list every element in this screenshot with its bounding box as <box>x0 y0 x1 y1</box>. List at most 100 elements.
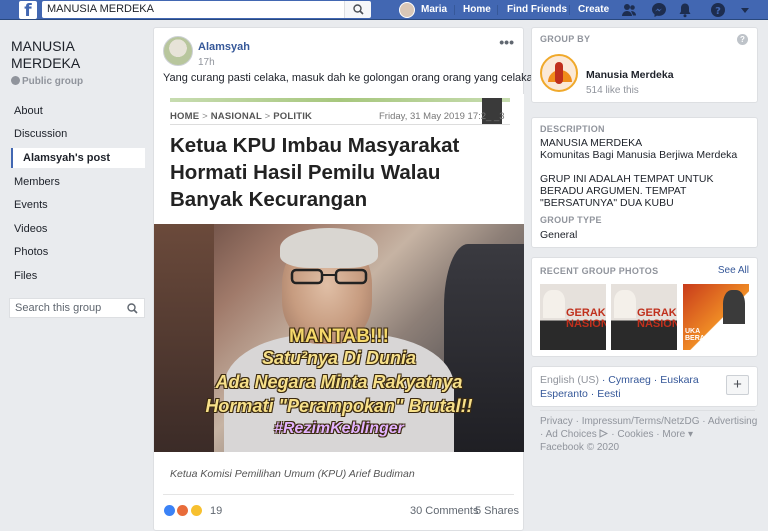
recent-photo-thumbnail[interactable]: UKA BERAGAMA <box>683 284 749 350</box>
meme-text: MANTAB!!! <box>289 326 389 347</box>
find-friends-link[interactable]: Find Friends <box>507 0 567 20</box>
group-privacy-label: Public group <box>22 76 84 87</box>
post-image[interactable]: HOME > NASIONAL > POLITIK Friday, 31 May… <box>154 94 524 452</box>
chevron-down-icon[interactable]: ▾ <box>688 429 693 440</box>
group-logo[interactable] <box>540 54 578 92</box>
nav-members[interactable]: Members <box>11 172 145 192</box>
separator <box>454 5 455 15</box>
nav-videos[interactable]: Videos <box>11 219 145 239</box>
search-button[interactable] <box>344 1 371 18</box>
news-headline: Ketua KPU Imbau Masyarakat Hormati Hasil… <box>170 134 460 211</box>
footer-ad-choices-link[interactable]: Ad Choices <box>546 429 597 440</box>
post-text: Yang curang pasti celaka, masuk dah ke g… <box>163 72 533 84</box>
breadcrumb-separator: > <box>202 111 211 122</box>
friend-requests-icon[interactable] <box>621 2 637 18</box>
divider <box>170 124 510 125</box>
top-navigation-bar: f MANUSIA MERDEKA Maria Home Find Friend… <box>0 0 768 20</box>
globe-icon <box>11 76 20 85</box>
group-privacy: Public group <box>11 76 83 87</box>
user-avatar[interactable] <box>399 2 415 18</box>
post-options-icon[interactable]: ••• <box>499 34 514 50</box>
language-link[interactable]: Eesti <box>597 388 620 400</box>
create-link[interactable]: Create <box>578 0 609 20</box>
news-photo: MANTAB!!! Satu²nya Di Dunia Ada Negara M… <box>154 224 524 452</box>
nav-files[interactable]: Files <box>11 266 145 286</box>
breadcrumb-separator: > <box>264 111 274 122</box>
nav-photos[interactable]: Photos <box>11 242 145 262</box>
post-timestamp[interactable]: 17h <box>198 57 215 68</box>
footer-links-row1: Privacy · Impressum/Terms/NetzDG · Adver… <box>540 416 758 427</box>
notifications-bell-icon[interactable] <box>677 2 693 18</box>
photo-figure <box>614 290 636 318</box>
help-icon[interactable]: ? <box>737 34 748 45</box>
group-type-value: General <box>540 229 578 241</box>
photo-text: GERAKA NASIONA <box>566 307 606 330</box>
group-by-heading: GROUP BY <box>540 34 591 44</box>
see-all-link[interactable]: See All <box>718 265 749 276</box>
like-reaction-icon <box>163 504 176 518</box>
angry-reaction-icon <box>176 504 190 518</box>
footer-cookies-link[interactable]: Cookies <box>617 429 653 440</box>
divider <box>163 494 514 495</box>
nav-about[interactable]: About <box>11 101 145 121</box>
search-input[interactable]: MANUSIA MERDEKA <box>42 1 344 18</box>
language-link[interactable]: Euskara <box>660 374 699 386</box>
description-line: MANUSIA MERDEKA <box>540 137 643 149</box>
haha-reaction-icon <box>189 504 203 518</box>
reactions-summary[interactable]: 19 <box>163 503 222 519</box>
language-card: English (US) · Cymraeg · Euskara Esperan… <box>531 366 758 407</box>
divider <box>540 410 755 411</box>
poster-name-link[interactable]: Alamsyah <box>198 41 250 53</box>
news-breadcrumb: HOME > NASIONAL > POLITIK <box>170 111 312 122</box>
account-menu-caret-icon[interactable] <box>737 2 753 18</box>
help-icon[interactable]: ? <box>710 2 726 18</box>
news-header-stripe <box>170 98 510 102</box>
messenger-icon[interactable] <box>651 2 667 18</box>
footer-privacy-link[interactable]: Privacy <box>540 416 573 427</box>
language-link[interactable]: Cymraeg <box>608 374 651 386</box>
meme-text: Satu²nya Di Dunia <box>261 348 417 368</box>
add-language-button[interactable]: + <box>726 375 749 395</box>
home-link[interactable]: Home <box>463 0 491 20</box>
description-card: DESCRIPTION MANUSIA MERDEKA Komunitas Ba… <box>531 117 758 248</box>
nav-alamsyah-post[interactable]: Alamsyah's post <box>11 148 145 168</box>
group-search-input[interactable]: Search this group <box>9 298 145 318</box>
profile-link[interactable]: Maria <box>421 0 447 20</box>
recent-photo-thumbnail[interactable]: GERAKA NASIONA <box>611 284 677 350</box>
glasses-graphic <box>290 268 368 285</box>
group-type-heading: GROUP TYPE <box>540 215 602 225</box>
breadcrumb-item: POLITIK <box>273 111 313 122</box>
language-list: English (US) · Cymraeg · Euskara <box>540 374 699 386</box>
poster-avatar[interactable] <box>163 36 193 66</box>
footer-terms-link[interactable]: Impressum/Terms/NetzDG <box>582 416 700 427</box>
shares-count-link[interactable]: 5 Shares <box>475 505 519 517</box>
photo-text: UKA BERAGAMA <box>685 328 727 342</box>
group-by-card: GROUP BY ? Manusia Merdeka 514 like this <box>531 27 758 103</box>
separator <box>497 5 498 15</box>
news-date: Friday, 31 May 2019 17:2_ _3 <box>379 111 505 122</box>
nav-events[interactable]: Events <box>11 195 145 215</box>
breadcrumb-item: HOME <box>170 111 200 122</box>
breadcrumb-item: NASIONAL <box>210 111 262 122</box>
recent-photos-heading: RECENT GROUP PHOTOS <box>540 266 659 276</box>
comments-count-link[interactable]: 30 Comments <box>410 505 478 517</box>
group-likes: 514 like this <box>586 85 639 96</box>
description-line: Komunitas Bagi Manusia Berjiwa Merdeka <box>540 149 738 161</box>
recent-photo-thumbnail[interactable]: GERAKA NASIONA <box>540 284 606 350</box>
language-link[interactable]: Esperanto <box>540 388 588 400</box>
facebook-logo-icon[interactable]: f <box>19 1 37 19</box>
photo-figure <box>723 290 745 324</box>
group-search-placeholder: Search this group <box>15 302 102 314</box>
nav-discussion[interactable]: Discussion <box>11 124 145 144</box>
recent-photos-card: RECENT GROUP PHOTOS See All GERAKA NASIO… <box>531 257 758 357</box>
photo-figure <box>543 290 565 318</box>
search-icon <box>353 4 364 15</box>
footer-more-link[interactable]: More <box>662 429 685 440</box>
description-heading: DESCRIPTION <box>540 124 605 134</box>
footer-links-row2: · Ad Choices · Cookies · More ▾ <box>540 429 694 440</box>
current-language: English (US) <box>540 374 599 386</box>
group-by-name[interactable]: Manusia Merdeka <box>586 69 674 81</box>
footer-advertising-link[interactable]: Advertising <box>708 416 757 427</box>
group-title[interactable]: MANUSIA MERDEKA <box>11 38 141 72</box>
post-card: Alamsyah 17h ••• Yang curang pasti celak… <box>153 27 533 531</box>
